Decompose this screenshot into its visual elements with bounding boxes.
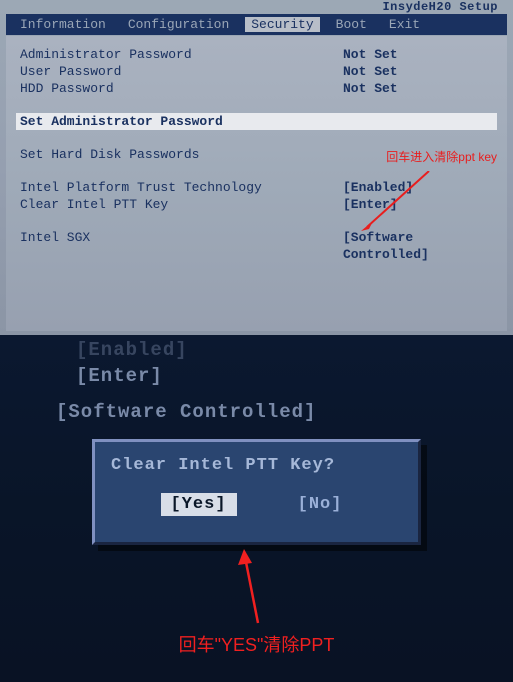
dialog-title: Clear Intel PTT Key?: [95, 442, 418, 479]
dialog-buttons: [Yes] [No]: [95, 479, 418, 516]
bg-software-controlled: [Software Controlled]: [56, 401, 316, 423]
clear-ptt-key-row[interactable]: Clear Intel PTT Key [Enter]: [20, 196, 493, 213]
menu-boot[interactable]: Boot: [330, 17, 373, 32]
user-password-row[interactable]: User Password Not Set: [20, 63, 493, 80]
hdd-password-value: Not Set: [343, 80, 493, 97]
menu-information[interactable]: Information: [14, 17, 112, 32]
bios-title: InsydeH20 Setup: [382, 0, 498, 14]
menu-exit[interactable]: Exit: [383, 17, 426, 32]
set-admin-password-label: Set Administrator Password: [20, 113, 300, 130]
user-password-value: Not Set: [343, 63, 493, 80]
set-hdd-passwords-label: Set Hard Disk Passwords: [20, 146, 300, 163]
intel-ptt-label: Intel Platform Trust Technology: [20, 179, 300, 196]
annotation-2: 回车"YES"清除PPT: [0, 631, 513, 657]
menu-security[interactable]: Security: [245, 17, 319, 32]
intel-ptt-value: [Enabled]: [343, 179, 493, 196]
no-button[interactable]: [No]: [288, 493, 353, 516]
bios-dialog-screen: [Enabled] [Enter] [Software Controlled] …: [0, 335, 513, 682]
menu-configuration[interactable]: Configuration: [122, 17, 235, 32]
bios-security-screen: InsydeH20 Setup Information Configuratio…: [0, 0, 513, 335]
intel-sgx-value: [Software Controlled]: [343, 229, 493, 263]
annotation-1: 回车进入清除ppt key: [386, 148, 497, 165]
clear-ptt-key-label: Clear Intel PTT Key: [20, 196, 300, 213]
intel-sgx-label: Intel SGX: [20, 229, 300, 263]
bios-menu-bar: Information Configuration Security Boot …: [6, 14, 507, 35]
admin-password-row[interactable]: Administrator Password Not Set: [20, 46, 493, 63]
bios-content-area: Administrator Password Not Set User Pass…: [6, 36, 507, 331]
bg-enabled: [Enabled]: [76, 339, 188, 361]
clear-ptt-key-value: [Enter]: [343, 196, 493, 213]
arrow-icon-2: [230, 547, 270, 627]
intel-ptt-row[interactable]: Intel Platform Trust Technology [Enabled…: [20, 179, 493, 196]
confirm-dialog: Clear Intel PTT Key? [Yes] [No]: [92, 439, 421, 545]
hdd-password-label: HDD Password: [20, 80, 300, 97]
set-admin-password-row[interactable]: Set Administrator Password: [16, 113, 497, 130]
yes-button[interactable]: [Yes]: [161, 493, 237, 516]
intel-sgx-row[interactable]: Intel SGX [Software Controlled]: [20, 229, 493, 263]
admin-password-value: Not Set: [343, 46, 493, 63]
hdd-password-row[interactable]: HDD Password Not Set: [20, 80, 493, 97]
admin-password-label: Administrator Password: [20, 46, 300, 63]
bg-enter: [Enter]: [76, 365, 163, 387]
user-password-label: User Password: [20, 63, 300, 80]
